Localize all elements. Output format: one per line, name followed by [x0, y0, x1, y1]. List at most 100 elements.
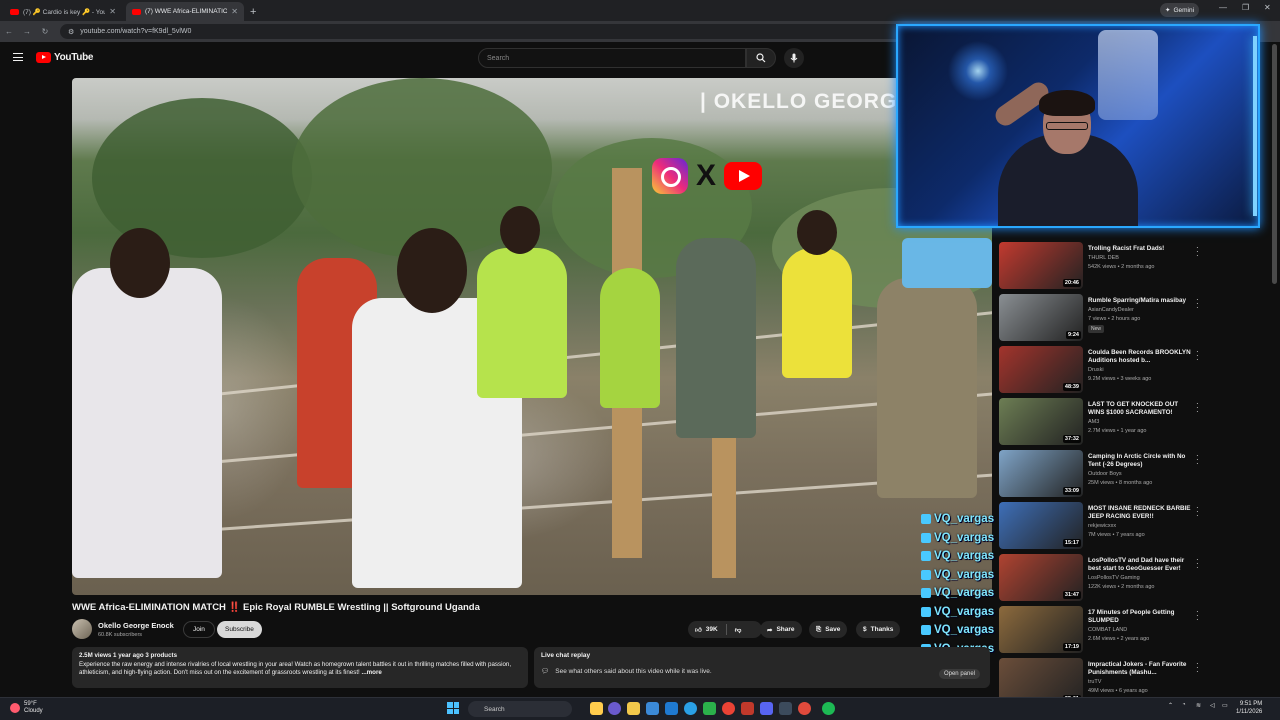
chrome-icon[interactable] — [722, 702, 735, 715]
recommendation-title[interactable]: Rumble Sparring/Matira masibay — [1088, 297, 1192, 305]
more-options-icon[interactable]: · · · — [1196, 556, 1199, 572]
channel-name[interactable]: Okello George Enock — [98, 621, 174, 630]
clock[interactable]: 9:51 PM 1/11/2026 — [1236, 701, 1262, 716]
recommendation-item[interactable]: 20:46 Trolling Racist Frat Dads! THURL DEB… — [999, 242, 1204, 290]
mail-icon[interactable] — [665, 702, 678, 715]
more-options-icon[interactable]: · · · — [1196, 660, 1199, 676]
tab-cardio[interactable]: (7) 🔑 Cardio is key 🔑 - YouTub ✕ — [4, 2, 122, 21]
search-button[interactable] — [746, 48, 776, 68]
save-button[interactable]: ⎘ Save — [809, 621, 848, 638]
recommendation-title[interactable]: 17 Minutes of People Getting SLUMPED — [1088, 609, 1192, 625]
recommendation-channel[interactable]: AM3 — [1088, 419, 1099, 425]
close-icon[interactable]: ✕ — [231, 7, 238, 16]
video-thumbnail[interactable]: 48:39 — [999, 346, 1083, 393]
folder-icon[interactable] — [627, 702, 640, 715]
recommendation-channel[interactable]: THURL DEB — [1088, 255, 1119, 261]
recommendation-item[interactable]: 17:19 17 Minutes of People Getting SLUMPE… — [999, 606, 1204, 654]
minimize-icon[interactable]: — — [1219, 3, 1227, 12]
recommendation-item[interactable]: 33:09 Camping In Arctic Circle with No Te… — [999, 450, 1204, 498]
menu-icon[interactable] — [13, 53, 23, 61]
recommendation-item[interactable]: 31:47 LosPollosTV and Dad have their best… — [999, 554, 1204, 602]
more-options-icon[interactable]: · · · — [1196, 504, 1199, 520]
recommendation-channel[interactable]: COMBAT LAND — [1088, 627, 1127, 633]
video-thumbnail[interactable]: 31:47 — [999, 554, 1083, 601]
recommendation-title[interactable]: Coulda Been Records BROOKLYN Auditions h… — [1088, 349, 1192, 365]
taskbar-search[interactable]: Search — [468, 701, 572, 717]
windows-start-icon[interactable] — [447, 702, 459, 714]
thumbs-down-icon[interactable]: 👎︎ — [735, 626, 742, 634]
youtube-logo[interactable]: YouTube — [36, 52, 94, 63]
app-icon[interactable] — [798, 702, 811, 715]
recommendation-channel[interactable]: AsianCandyDealer — [1088, 307, 1134, 313]
voice-search-button[interactable] — [784, 48, 804, 68]
description-box[interactable]: 2.5M views 1 year ago 3 products Experie… — [72, 647, 528, 688]
search-input[interactable]: Search — [478, 48, 746, 68]
app-icon[interactable] — [741, 702, 754, 715]
forward-icon[interactable]: → — [18, 27, 36, 36]
subscribe-button[interactable]: Subscribe — [217, 621, 262, 638]
recommendation-title[interactable]: Impractical Jokers - Fan Favorite Punish… — [1088, 661, 1192, 677]
discord-icon[interactable] — [760, 702, 773, 715]
live-chat-replay[interactable]: Live chat replay 💬︎ See what others said… — [534, 647, 990, 688]
recommendation-title[interactable]: LAST TO GET KNOCKED OUT WINS $1000 SACRA… — [1088, 401, 1192, 417]
more-options-icon[interactable]: · · · — [1196, 452, 1199, 468]
chevron-up-icon[interactable]: ⌃ — [1168, 702, 1173, 709]
file-explorer-icon[interactable] — [590, 702, 603, 715]
more-options-icon[interactable]: · · · — [1196, 244, 1199, 260]
more-options-icon[interactable]: · · · — [1196, 296, 1199, 312]
more-options-icon[interactable]: · · · — [1196, 400, 1199, 416]
weather-widget[interactable]: 59°F Cloudy — [10, 701, 43, 715]
close-window-icon[interactable]: ✕ — [1264, 3, 1271, 12]
avatar[interactable] — [72, 619, 92, 639]
more-link[interactable]: ...more — [362, 669, 382, 676]
close-icon[interactable]: ✕ — [109, 7, 116, 16]
video-thumbnail[interactable]: 20:46 — [999, 242, 1083, 289]
recommendation-item[interactable]: 37:32 LAST TO GET KNOCKED OUT WINS $1000 … — [999, 398, 1204, 446]
copilot-icon[interactable] — [608, 702, 621, 715]
wifi-icon[interactable]: ≋ — [1196, 702, 1201, 709]
recommendation-item[interactable]: 48:39 Coulda Been Records BROOKLYN Auditi… — [999, 346, 1204, 394]
reload-icon[interactable]: ↻ — [36, 27, 54, 36]
recommendation-title[interactable]: Camping In Arctic Circle with No Tent (-… — [1088, 453, 1192, 469]
recommendation-item[interactable]: 15:17 MOST INSANE REDNECK BARBIE JEEP RAC… — [999, 502, 1204, 550]
video-thumbnail[interactable]: 9:24 — [999, 294, 1083, 341]
back-icon[interactable]: ← — [0, 27, 18, 36]
recommendation-item[interactable]: 9:24 Rumble Sparring/Matira masibay AsianC… — [999, 294, 1204, 342]
join-button[interactable]: Join — [183, 621, 215, 638]
video-player[interactable]: X | OKELLO GEORGE — [72, 78, 992, 595]
recommendation-title[interactable]: Trolling Racist Frat Dads! — [1088, 245, 1192, 253]
store-icon[interactable] — [646, 702, 659, 715]
recommendation-channel[interactable]: Druski — [1088, 367, 1104, 373]
scrollbar[interactable] — [1272, 44, 1277, 284]
like-count[interactable]: 39K — [706, 626, 718, 633]
tab-wwe-africa[interactable]: (7) WWE Africa-ELIMINATION M ✕ — [126, 2, 244, 21]
network-icon[interactable]: ◔ — [1182, 702, 1186, 708]
open-panel-button[interactable]: Open panel — [938, 669, 980, 679]
new-tab-button[interactable]: + — [250, 6, 256, 18]
obs-icon[interactable] — [779, 702, 792, 715]
battery-icon[interactable]: ▭ — [1222, 702, 1228, 709]
recommendation-channel[interactable]: truTV — [1088, 679, 1101, 685]
address-bar[interactable]: ⚙ youtube.com/watch?v=fK9dl_5vlW0 — [60, 24, 940, 39]
more-options-icon[interactable]: · · · — [1196, 348, 1199, 364]
spotify-icon[interactable] — [822, 702, 835, 715]
recommendation-channel[interactable]: Outdoor Boys — [1088, 471, 1122, 477]
video-thumbnail[interactable]: 37:32 — [999, 398, 1083, 445]
recommendation-title[interactable]: MOST INSANE REDNECK BARBIE JEEP RACING E… — [1088, 505, 1192, 521]
xbox-icon[interactable] — [703, 702, 716, 715]
share-button[interactable]: ➦ Share — [760, 621, 802, 638]
video-thumbnail[interactable]: 15:17 — [999, 502, 1083, 549]
video-thumbnail[interactable]: 33:09 — [999, 450, 1083, 497]
recommendation-title[interactable]: LosPollosTV and Dad have their best star… — [1088, 557, 1192, 573]
restore-icon[interactable]: ❐ — [1242, 3, 1249, 12]
volume-icon[interactable]: ◁ — [1210, 702, 1215, 709]
edge-icon[interactable] — [684, 702, 697, 715]
thanks-button[interactable]: $ Thanks — [856, 621, 901, 638]
recommendation-channel[interactable]: LosPollosTV Gaming — [1088, 575, 1140, 581]
site-info-icon[interactable]: ⚙ — [68, 28, 74, 36]
more-options-icon[interactable]: · · · — [1196, 608, 1199, 624]
recommendation-channel[interactable]: rekjewicxxx — [1088, 523, 1116, 529]
video-thumbnail[interactable]: 17:19 — [999, 606, 1083, 653]
thumbs-up-icon[interactable]: 👍︎ — [695, 626, 702, 634]
gemini-button[interactable]: ✦ Gemini — [1160, 3, 1200, 17]
